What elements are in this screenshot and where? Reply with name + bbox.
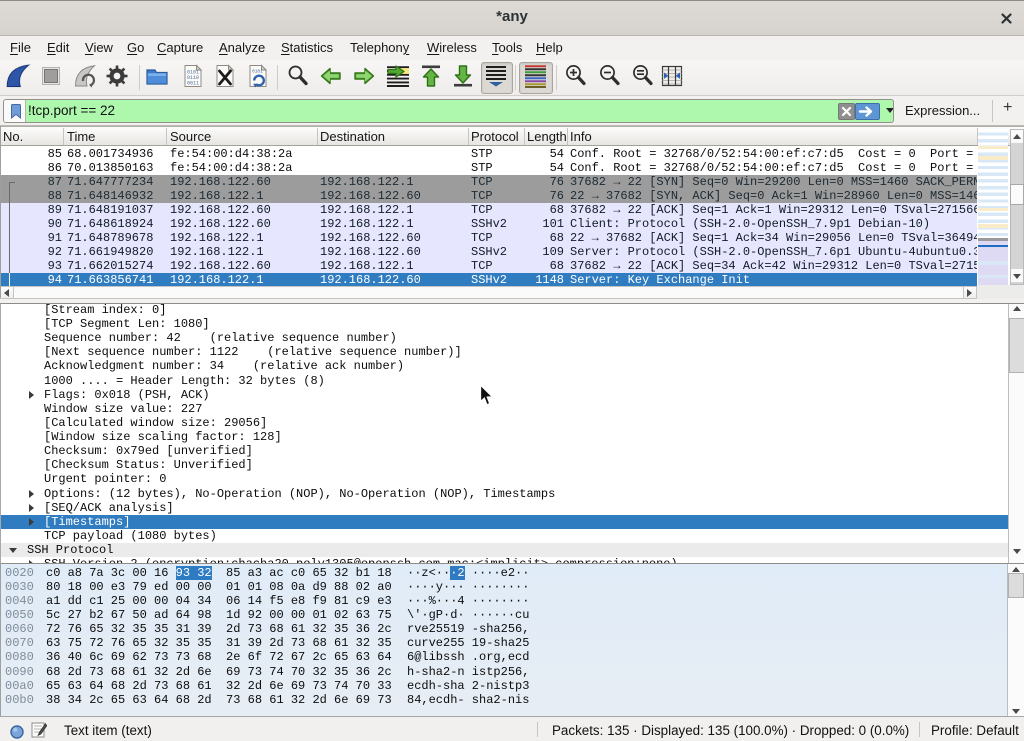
svg-text:0101: 0101 [252,69,263,75]
svg-text:0011: 0011 [187,81,199,87]
